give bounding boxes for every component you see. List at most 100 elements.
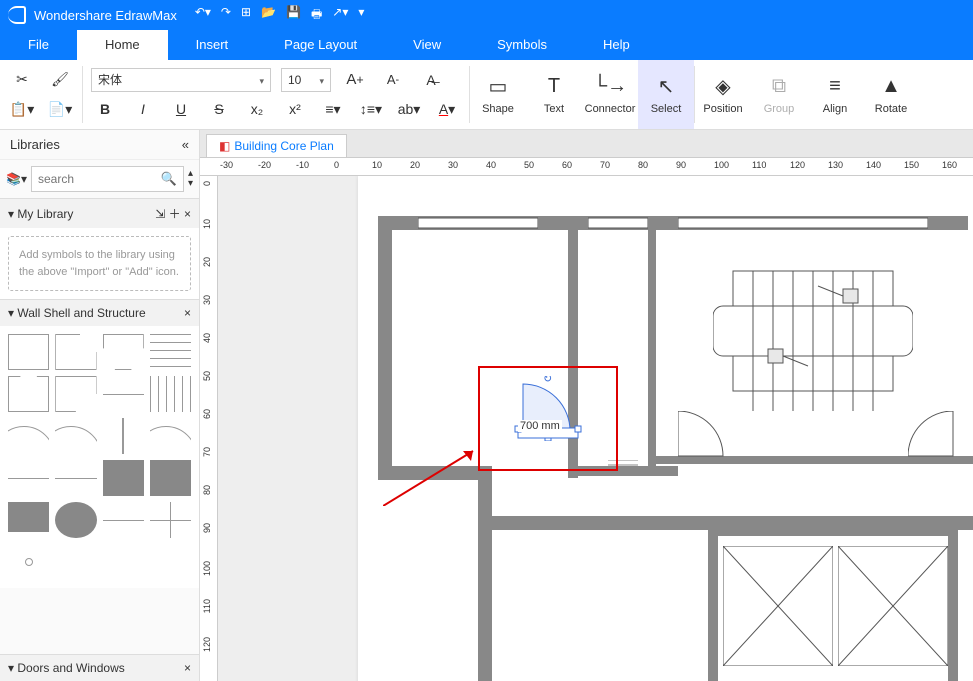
shape-lines1[interactable] [150, 334, 191, 370]
app-name: Wondershare EdrawMax [34, 8, 177, 23]
tool-rotate[interactable]: ▲Rotate [863, 60, 919, 129]
ribbon: ✂ 🖌 📋▾ 📄▾ 宋体 10 A+ A- A̶ B I U S x₂ x² ≡… [0, 60, 973, 130]
tool-position[interactable]: ◈Position [695, 60, 751, 129]
menu-help[interactable]: Help [575, 30, 658, 60]
font-size-select[interactable]: 10 [281, 68, 331, 92]
shape-arc1[interactable] [8, 418, 49, 454]
doors-section-label: Doors and Windows [17, 661, 124, 675]
font-name-value: 宋体 [98, 71, 122, 88]
text-case-icon[interactable]: ab▾ [395, 97, 423, 121]
wall-close-icon[interactable]: × [184, 306, 191, 320]
redo-icon[interactable]: ↷ [221, 5, 231, 26]
search-input[interactable] [38, 172, 161, 186]
mylib-hint: Add symbols to the library using the abo… [8, 236, 191, 291]
open-icon[interactable]: 📂 [261, 5, 276, 26]
shape-lines2[interactable] [150, 376, 191, 412]
shape-step[interactable] [55, 376, 96, 412]
select-icon: ↖ [658, 75, 675, 99]
canvas[interactable]: ↻ 700 mm [218, 176, 973, 681]
library-search[interactable] [31, 166, 184, 192]
shape-grid [8, 334, 191, 580]
options-icon[interactable]: ▾ [358, 5, 364, 26]
shape-dim[interactable] [103, 520, 144, 521]
subscript-icon[interactable]: x₂ [243, 97, 271, 121]
underline-icon[interactable]: U [167, 97, 195, 121]
paste-icon[interactable]: 📄▾ [46, 97, 74, 121]
grow-font-icon[interactable]: A+ [341, 68, 369, 92]
search-icon[interactable] [161, 171, 177, 187]
shape-line[interactable] [103, 394, 144, 395]
menu-insert[interactable]: Insert [168, 30, 257, 60]
shape-t[interactable] [103, 334, 144, 370]
font-name-select[interactable]: 宋体 [91, 68, 271, 92]
menu-file[interactable]: File [0, 30, 77, 60]
position-icon: ◈ [715, 75, 730, 99]
tool-text[interactable]: TText [526, 60, 582, 129]
shape-cross[interactable] [150, 502, 191, 538]
document-tab[interactable]: ◧ Building Core Plan [206, 134, 347, 157]
doors-close-icon[interactable]: × [184, 661, 191, 675]
save-icon[interactable]: 💾 [286, 5, 301, 26]
line-spacing-icon[interactable]: ↕≡▾ [357, 97, 385, 121]
shape-sq[interactable] [8, 502, 49, 532]
italic-icon[interactable]: I [129, 97, 157, 121]
section-my-library[interactable]: ▾ My Library ⇲ ＋ × [0, 199, 199, 228]
new-icon[interactable]: ⊞ [241, 5, 251, 26]
title-bar: Wondershare EdrawMax ↶▾ ↷ ⊞ 📂 💾 🖶 ↗▾ ▾ [0, 0, 973, 30]
rotate-icon: ▲ [881, 75, 901, 99]
vertical-ruler: 0102030405060708090100110120 [200, 176, 218, 681]
shape-fill1[interactable] [103, 460, 144, 496]
shape-arc2[interactable] [55, 418, 96, 454]
tool-shape[interactable]: ▭Shape [470, 60, 526, 129]
menu-view[interactable]: View [385, 30, 469, 60]
shape-u[interactable] [8, 376, 49, 412]
door-dim-unit: mm [541, 420, 559, 432]
print-icon[interactable]: 🖶 [311, 5, 322, 26]
tool-align[interactable]: ≡Align [807, 60, 863, 129]
menu-home[interactable]: Home [77, 30, 168, 60]
wall-section-label: Wall Shell and Structure [17, 306, 145, 320]
bold-icon[interactable]: B [91, 97, 119, 121]
strike-icon[interactable]: S [205, 97, 233, 121]
shrink-font-icon[interactable]: A- [379, 68, 407, 92]
my-library-label: My Library [17, 207, 73, 221]
annotation-arrow-icon [383, 446, 483, 506]
tool-select[interactable]: ↖Select [638, 60, 694, 129]
shape-l[interactable] [55, 334, 96, 370]
shape-arc3[interactable] [150, 418, 191, 454]
door-dimension-label: 700 mm [518, 420, 562, 432]
horizontal-ruler: -30-20-100102030405060708090100110120130… [200, 158, 973, 176]
selected-door-shape[interactable]: ↻ [513, 376, 583, 444]
shape-circle[interactable] [55, 502, 96, 538]
libraries-title: Libraries [10, 137, 60, 152]
tab-label: Building Core Plan [234, 139, 333, 153]
undo-icon[interactable]: ↶▾ [195, 5, 211, 26]
shape-hline2[interactable] [55, 478, 96, 479]
libraries-panel: Libraries « 📚▾ ▴▾ ▾ My Library ⇲ ＋ × Add… [0, 130, 200, 681]
copy-icon[interactable]: 📋▾ [8, 97, 36, 121]
tool-group: ⧉Group [751, 60, 807, 129]
tool-connector[interactable]: └→Connector [582, 60, 638, 129]
export-icon[interactable]: ↗▾ [332, 5, 348, 26]
shape-hline1[interactable] [8, 478, 49, 479]
shape-fill2[interactable] [150, 460, 191, 496]
group-icon: ⧉ [772, 75, 786, 99]
mylib-actions[interactable]: ⇲ ＋ × [155, 205, 191, 222]
section-wall-shell[interactable]: ▾ Wall Shell and Structure × [0, 300, 199, 326]
menu-symbols[interactable]: Symbols [469, 30, 575, 60]
font-color-icon[interactable]: A▾ [433, 97, 461, 121]
shape-dot[interactable] [8, 544, 49, 580]
clear-format-icon[interactable]: A̶ [417, 68, 445, 92]
superscript-icon[interactable]: x² [281, 97, 309, 121]
search-nav-icon[interactable]: ▴▾ [188, 169, 193, 189]
menu-page-layout[interactable]: Page Layout [256, 30, 385, 60]
section-doors-windows[interactable]: ▾ Doors and Windows × [0, 655, 199, 681]
shape-vline[interactable] [122, 418, 124, 454]
bullets-icon[interactable]: ≡▾ [319, 97, 347, 121]
collapse-panel-icon[interactable]: « [182, 137, 189, 152]
format-painter-icon[interactable]: 🖌 [46, 68, 74, 92]
shape-rect[interactable] [8, 334, 49, 370]
cut-icon[interactable]: ✂ [8, 68, 36, 92]
menu-bar: File Home Insert Page Layout View Symbol… [0, 30, 973, 60]
library-menu-icon[interactable]: 📚▾ [6, 172, 27, 186]
